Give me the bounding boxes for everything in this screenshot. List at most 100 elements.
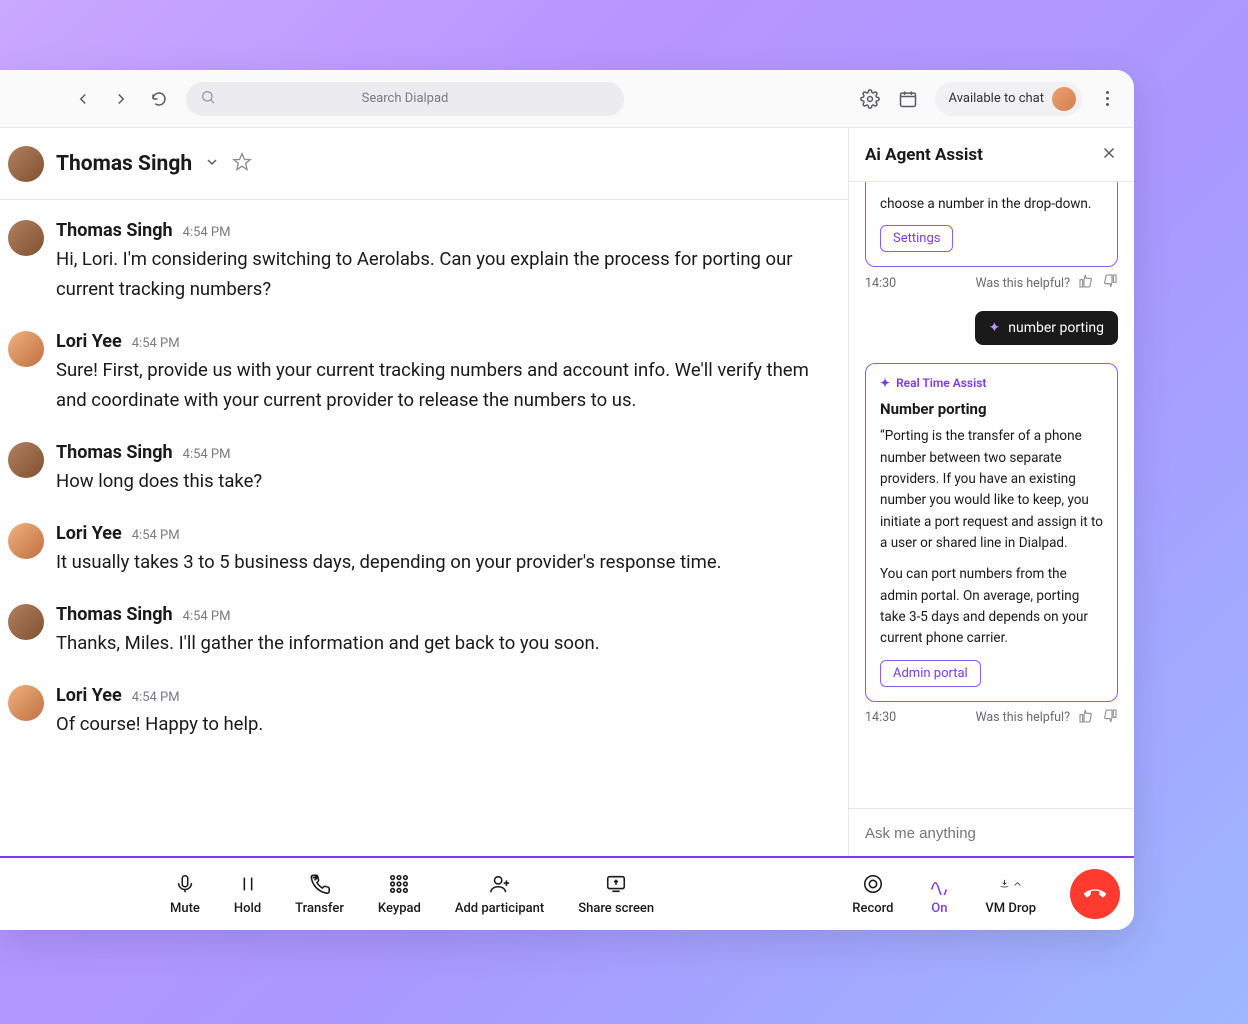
message-row: Lori Yee 4:54 PM Sure! First, provide us…: [8, 331, 814, 416]
message-row: Thomas Singh 4:54 PM Hi, Lori. I'm consi…: [8, 220, 814, 305]
sparkle-icon: ✦: [880, 376, 890, 390]
vm-drop-button[interactable]: VM Drop: [985, 872, 1036, 916]
assist-header: Ai Agent Assist: [849, 128, 1134, 182]
search-input[interactable]: Search Dialpad: [186, 82, 624, 116]
message-row: Lori Yee 4:54 PM Of course! Happy to hel…: [8, 685, 814, 740]
helpful-label: Was this helpful?: [975, 276, 1070, 291]
thumbs-up-button[interactable]: [1078, 708, 1094, 728]
hangup-icon: [1084, 883, 1106, 905]
message-time: 4:54 PM: [132, 690, 180, 705]
contact-name: Thomas Singh: [56, 152, 192, 176]
mute-button[interactable]: Mute: [170, 872, 200, 916]
thumbs-down-button[interactable]: [1102, 273, 1118, 293]
record-button[interactable]: Record: [852, 872, 893, 916]
message-avatar: [8, 220, 44, 256]
helpful-label: Was this helpful?: [975, 710, 1070, 725]
message-row: Thomas Singh 4:54 PM How long does this …: [8, 442, 814, 497]
message-author: Thomas Singh: [56, 442, 173, 463]
message-avatar: [8, 685, 44, 721]
message-time: 4:54 PM: [183, 447, 231, 462]
gear-icon: [860, 89, 880, 109]
message-avatar: [8, 523, 44, 559]
assist-card-meta: 14:30 Was this helpful?: [865, 273, 1118, 293]
top-right-controls: Available to chat: [859, 82, 1116, 116]
assist-card-para: “Porting is the transfer of a phone numb…: [880, 426, 1103, 554]
realtime-assist-label: ✦ Real Time Assist: [880, 376, 1103, 390]
assist-card-time: 14:30: [865, 710, 896, 725]
star-icon: [232, 152, 252, 172]
search-placeholder: Search Dialpad: [362, 91, 449, 106]
hold-button[interactable]: Hold: [234, 872, 261, 916]
assist-query-text: number porting: [1008, 320, 1104, 336]
assist-user-query: ✦ number porting: [975, 311, 1118, 345]
assist-input[interactable]: [865, 825, 1118, 842]
message-author: Lori Yee: [56, 331, 122, 352]
body-row: Thomas Singh Thomas Singh 4:54 PM: [0, 128, 1134, 856]
keypad-icon: [388, 873, 410, 895]
assist-card: choose a number in the drop-down. Settin…: [865, 182, 1118, 267]
chevron-up-icon: [1012, 873, 1023, 895]
calendar-icon: [898, 89, 918, 109]
message-author: Thomas Singh: [56, 604, 173, 625]
message-time: 4:54 PM: [132, 336, 180, 351]
voicemail-icon: [999, 873, 1010, 895]
thumbs-up-icon: [1078, 273, 1094, 289]
keypad-button[interactable]: Keypad: [378, 872, 421, 916]
microphone-icon: [174, 873, 196, 895]
arrow-left-icon: [74, 90, 92, 108]
message-time: 4:54 PM: [183, 609, 231, 624]
message-avatar: [8, 442, 44, 478]
user-avatar: [1052, 87, 1076, 111]
settings-button[interactable]: [859, 88, 881, 110]
share-screen-button[interactable]: Share screen: [578, 872, 654, 916]
presence-status[interactable]: Available to chat: [935, 82, 1082, 116]
refresh-icon: [150, 90, 168, 108]
hangup-button[interactable]: [1070, 869, 1120, 919]
thumbs-up-icon: [1078, 708, 1094, 724]
nav-back-button[interactable]: [72, 88, 94, 110]
message-text: It usually takes 3 to 5 business days, d…: [56, 548, 814, 578]
contact-avatar: [8, 146, 44, 182]
message-author: Lori Yee: [56, 523, 122, 544]
messages-list[interactable]: Thomas Singh 4:54 PM Hi, Lori. I'm consi…: [0, 200, 848, 856]
refresh-button[interactable]: [148, 88, 170, 110]
calendar-button[interactable]: [897, 88, 919, 110]
transfer-icon: [309, 873, 331, 895]
share-screen-icon: [605, 873, 627, 895]
thumbs-down-button[interactable]: [1102, 708, 1118, 728]
assist-card: ✦ Real Time Assist Number porting “Porti…: [865, 363, 1118, 701]
more-menu-button[interactable]: [1098, 91, 1116, 106]
assist-card-para: You can port numbers from the admin port…: [880, 564, 1103, 649]
message-row: Thomas Singh 4:54 PM Thanks, Miles. I'll…: [8, 604, 814, 659]
nav-forward-button[interactable]: [110, 88, 132, 110]
close-assist-button[interactable]: [1100, 144, 1118, 166]
thumbs-down-icon: [1102, 708, 1118, 724]
arrow-right-icon: [112, 90, 130, 108]
search-icon: [200, 89, 216, 109]
assist-title: Ai Agent Assist: [865, 145, 983, 165]
chat-column: Thomas Singh Thomas Singh 4:54 PM: [0, 128, 848, 856]
admin-portal-chip-button[interactable]: Admin portal: [880, 660, 981, 687]
assist-card-title: Number porting: [880, 400, 1103, 418]
message-avatar: [8, 604, 44, 640]
message-text: Thanks, Miles. I'll gather the informati…: [56, 629, 814, 659]
favorite-button[interactable]: [232, 152, 252, 176]
assist-input-bar: [849, 808, 1134, 856]
add-participant-button[interactable]: Add participant: [455, 872, 544, 916]
settings-chip-button[interactable]: Settings: [880, 225, 953, 252]
top-bar: Search Dialpad Available to chat: [0, 70, 1134, 128]
assist-scroll[interactable]: choose a number in the drop-down. Settin…: [849, 182, 1134, 808]
chat-header: Thomas Singh: [0, 128, 848, 200]
thumbs-down-icon: [1102, 273, 1118, 289]
thumbs-up-button[interactable]: [1078, 273, 1094, 293]
status-label: Available to chat: [949, 91, 1044, 106]
call-bar: Mute Hold Transfer Keypad Add participan…: [0, 856, 1134, 930]
message-text: Sure! First, provide us with your curren…: [56, 356, 814, 416]
transfer-button[interactable]: Transfer: [295, 872, 344, 916]
contact-dropdown-toggle[interactable]: [204, 154, 220, 174]
message-avatar: [8, 331, 44, 367]
ai-on-button[interactable]: On: [927, 872, 951, 916]
ai-icon: [928, 873, 950, 895]
record-icon: [862, 873, 884, 895]
message-author: Thomas Singh: [56, 220, 173, 241]
